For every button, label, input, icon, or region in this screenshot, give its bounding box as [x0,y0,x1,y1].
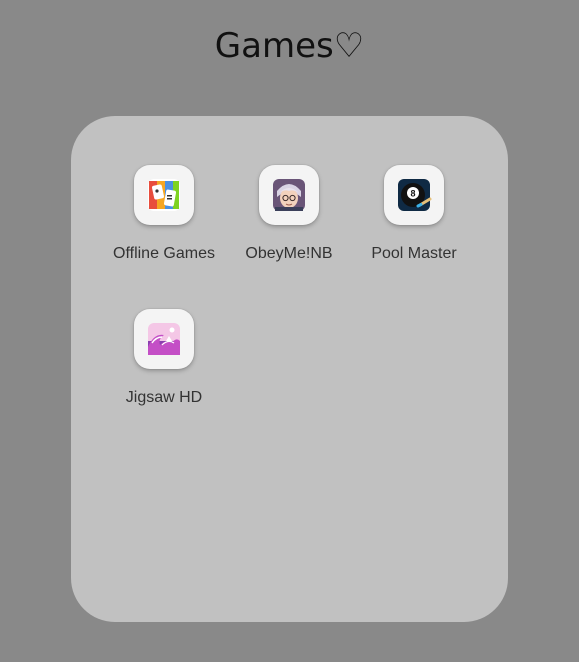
eight-ball-icon[interactable]: 8 [384,165,444,225]
folder-title[interactable]: Games♡ [0,26,579,66]
app-label: Pool Master [371,245,457,262]
svg-text:8: 8 [410,189,415,199]
app-offline-games[interactable]: Offline Games [104,165,224,263]
app-label: Offline Games [113,245,215,262]
app-pool-master[interactable]: 8 Pool Master [354,165,474,263]
app-label: ObeyMe!NB [245,245,333,262]
app-jigsaw-hd[interactable]: Jigsaw HD [104,309,224,407]
obeyme-nb-icon[interactable] [259,165,319,225]
offline-games-icon[interactable] [134,165,194,225]
app-label: Jigsaw HD [125,389,203,406]
great-wave-icon[interactable] [134,309,194,369]
app-obeyme-nb[interactable]: ObeyMe!NB [229,165,349,263]
folder-panel: Offline Games ObeyMe!NB 8 Pool Master Ji… [71,116,508,622]
